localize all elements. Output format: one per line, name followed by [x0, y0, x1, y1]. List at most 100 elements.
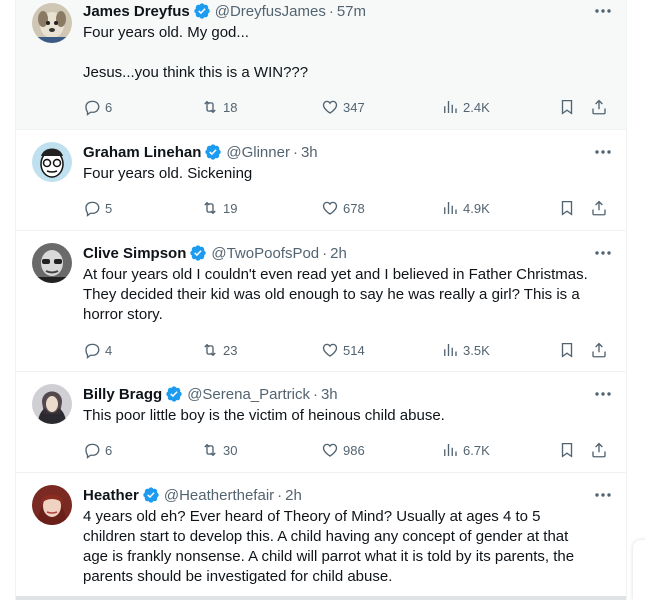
tweet-time[interactable]: 57m — [337, 3, 366, 20]
tweet-time[interactable]: 2h — [330, 245, 347, 262]
tweet-text: Four years old. Sickening — [83, 165, 253, 182]
views-bar-chart-icon — [444, 101, 457, 113]
separator: · — [292, 143, 298, 161]
tweet[interactable]: Graham Linehan @Glinner · 3h Four years … — [16, 130, 626, 231]
reply-button[interactable]: 4 — [83, 339, 112, 361]
share-upload-icon — [592, 342, 606, 358]
avatar[interactable] — [32, 384, 72, 424]
tweet-time[interactable]: 3h — [321, 386, 338, 403]
bookmark-button[interactable] — [558, 96, 576, 118]
retweet-button[interactable]: 30 — [201, 439, 237, 461]
like-button[interactable]: 347 — [321, 96, 365, 118]
author-handle[interactable]: @TwoPoofsPod — [211, 245, 319, 262]
author-name[interactable]: James Dreyfus — [83, 3, 190, 20]
tweet[interactable]: James Dreyfus @DreyfusJames · 57m Four y… — [16, 0, 626, 130]
like-button[interactable]: 678 — [321, 197, 365, 219]
more-dots-icon[interactable] — [592, 384, 614, 404]
heart-icon — [322, 100, 338, 114]
tweet-text: Four years old. My god... Jesus...you th… — [83, 24, 309, 81]
retweet-count: 19 — [223, 200, 238, 216]
floating-panel-edge[interactable] — [633, 540, 645, 600]
reply-button[interactable]: 6 — [83, 439, 112, 461]
reply-bubble-icon — [85, 100, 100, 116]
verified-badge-icon — [194, 3, 210, 19]
like-count: 986 — [343, 442, 365, 458]
retweet-button[interactable]: 19 — [201, 197, 237, 219]
retweet-icon — [204, 100, 216, 114]
author-name[interactable]: Clive Simpson — [83, 245, 186, 262]
verified-badge-icon — [205, 144, 222, 160]
author-handle[interactable]: @DreyfusJames — [215, 3, 326, 20]
bookmark-icon — [561, 200, 573, 216]
reply-bubble-icon — [85, 201, 100, 217]
reply-button[interactable]: 5 — [83, 197, 112, 219]
verified-badge-icon — [166, 386, 182, 402]
heart-icon — [322, 443, 338, 457]
author-name[interactable]: Billy Bragg — [83, 386, 162, 403]
views-button[interactable]: 3.5K — [441, 339, 490, 361]
reply-count: 6 — [105, 99, 113, 115]
author-handle[interactable]: @Serena_Partrick — [187, 386, 310, 403]
reply-count: 6 — [105, 442, 113, 458]
tweet[interactable]: Heather @Heatherthefair · 2h 4 years old… — [16, 473, 626, 600]
author-name[interactable]: Heather — [83, 487, 139, 504]
share-button[interactable] — [590, 339, 608, 361]
more-dots-icon[interactable] — [592, 485, 614, 505]
separator: · — [328, 2, 334, 20]
retweet-count: 18 — [223, 99, 238, 115]
tweet-text: 4 years old eh? Ever heard of Theory of … — [83, 508, 575, 585]
views-button[interactable]: 4.9K — [441, 197, 490, 219]
view-count: 6.7K — [463, 442, 490, 458]
share-button[interactable] — [590, 197, 608, 219]
views-bar-chart-icon — [444, 444, 457, 456]
tweet[interactable]: Clive Simpson @TwoPoofsPod · 2h At four … — [16, 231, 626, 372]
reply-timeline: James Dreyfus @DreyfusJames · 57m Four y… — [15, 0, 627, 600]
more-dots-icon[interactable] — [592, 1, 614, 21]
more-dots-icon[interactable] — [592, 142, 614, 162]
separator: · — [277, 486, 283, 504]
share-upload-icon — [592, 442, 606, 458]
bookmark-icon — [561, 99, 573, 115]
bookmark-button[interactable] — [558, 339, 576, 361]
author-handle[interactable]: @Glinner — [226, 144, 290, 161]
reply-bubble-icon — [85, 443, 100, 459]
views-button[interactable]: 2.4K — [441, 96, 490, 118]
verified-badge-icon — [190, 245, 207, 261]
separator: · — [322, 244, 328, 262]
share-upload-icon — [592, 99, 606, 115]
avatar[interactable] — [32, 485, 72, 525]
bookmark-button[interactable] — [558, 197, 576, 219]
view-count: 4.9K — [463, 200, 490, 216]
retweet-icon — [204, 201, 216, 215]
avatar[interactable] — [32, 243, 72, 283]
avatar[interactable] — [32, 142, 72, 182]
share-upload-icon — [592, 200, 606, 216]
like-count: 678 — [343, 200, 365, 216]
author-handle[interactable]: @Heatherthefair — [164, 487, 274, 504]
like-button[interactable]: 514 — [321, 339, 365, 361]
bookmark-button[interactable] — [558, 439, 576, 461]
like-button[interactable]: 986 — [321, 439, 365, 461]
tweet[interactable]: Billy Bragg @Serena_Partrick · 3h This p… — [16, 372, 626, 473]
views-bar-chart-icon — [444, 344, 457, 356]
views-bar-chart-icon — [444, 202, 457, 214]
author-name[interactable]: Graham Linehan — [83, 144, 201, 161]
bottom-divider — [16, 596, 626, 600]
retweet-button[interactable]: 18 — [201, 96, 237, 118]
share-button[interactable] — [590, 96, 608, 118]
tweet-time[interactable]: 3h — [301, 144, 318, 161]
verified-badge-icon — [143, 487, 159, 503]
heart-icon — [322, 201, 338, 215]
reply-count: 5 — [105, 200, 113, 216]
avatar[interactable] — [32, 3, 72, 43]
retweet-button[interactable]: 23 — [201, 339, 237, 361]
reply-button[interactable]: 6 — [83, 96, 112, 118]
retweet-icon — [204, 343, 216, 357]
more-dots-icon[interactable] — [592, 243, 614, 263]
share-button[interactable] — [590, 439, 608, 461]
views-button[interactable]: 6.7K — [441, 439, 490, 461]
tweet-text: This poor little boy is the victim of he… — [83, 407, 445, 424]
tweet-time[interactable]: 2h — [285, 487, 302, 504]
retweet-count: 30 — [223, 442, 238, 458]
tweet-text: At four years old I couldn't even read y… — [83, 266, 588, 323]
